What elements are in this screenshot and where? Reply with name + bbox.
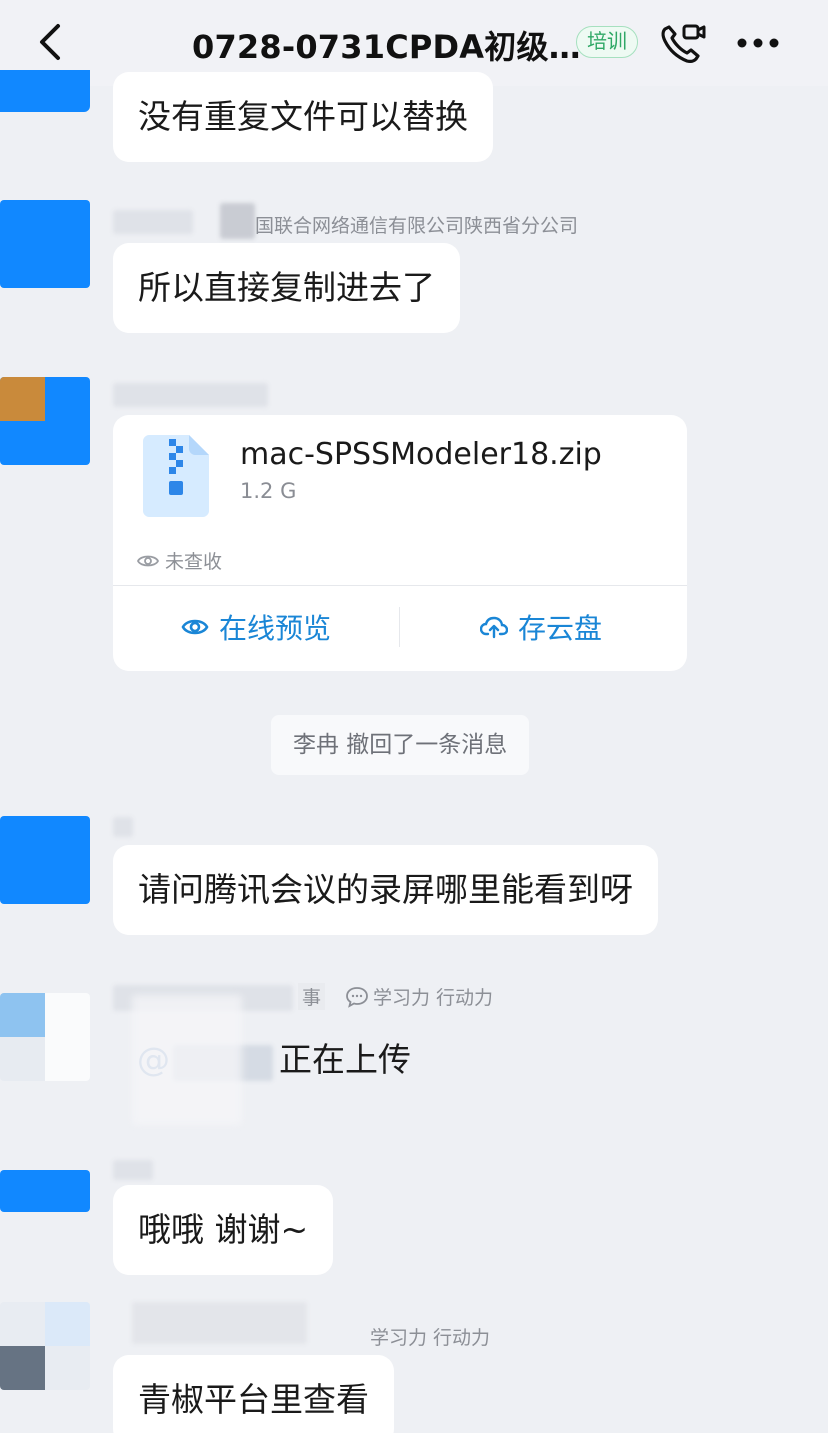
recall-notice: 李冉 撤回了一条消息 — [271, 715, 530, 775]
sender-name-redacted — [220, 203, 255, 239]
avatar[interactable] — [0, 1170, 90, 1212]
message-text: 正在上传 — [279, 1040, 411, 1079]
group-tag: 培训 — [576, 26, 638, 58]
badge-text: 学习力 行动力 — [373, 987, 494, 1009]
divider — [113, 585, 687, 586]
sender-name-redacted — [113, 817, 133, 837]
file-status-label: 未查收 — [165, 551, 223, 573]
message-bubble[interactable]: 所以直接复制进去了 — [113, 243, 460, 333]
avatar[interactable] — [0, 1302, 90, 1390]
message-bubble[interactable]: 青椒平台里查看 — [113, 1355, 394, 1433]
speech-bubble-icon — [346, 986, 368, 1008]
file-size: 1.2 G — [240, 479, 297, 503]
zip-file-icon — [143, 435, 209, 517]
sender-badges: 学习力 行动力 — [345, 983, 493, 1010]
save-to-cloud-button[interactable]: 存云盘 — [480, 605, 602, 649]
ellipsis-icon[interactable] — [733, 28, 783, 58]
file-name: mac-SPSSModeler18.zip — [240, 437, 602, 472]
message-bubble[interactable]: 请问腾讯会议的录屏哪里能看到呀 — [113, 845, 658, 935]
cloud-upload-icon — [480, 616, 508, 639]
message-bubble[interactable]: 没有重复文件可以替换 — [113, 72, 493, 162]
phone-video-icon[interactable] — [657, 19, 707, 67]
sender-org: 国联合网络通信有限公司陕西省分公司 — [255, 215, 579, 237]
sender-badges: 学习力 行动力 — [370, 1327, 491, 1349]
message-bubble[interactable]: 哦哦 谢谢~ — [113, 1185, 334, 1275]
avatar[interactable] — [0, 816, 90, 904]
avatar[interactable] — [0, 70, 90, 112]
file-status: 未查收 — [137, 547, 222, 574]
save-to-cloud-label: 存云盘 — [518, 612, 603, 645]
redaction-overlay — [132, 995, 242, 1125]
preview-online-label: 在线预览 — [219, 612, 332, 645]
chat-title: 0728-0731CPDA初级… — [192, 28, 581, 66]
avatar[interactable] — [0, 377, 90, 465]
sender-name-redacted — [113, 383, 268, 407]
sender-name-redacted — [113, 210, 193, 234]
eye-icon — [137, 555, 159, 566]
sender-name-suffix: 事 — [298, 983, 326, 1010]
avatar[interactable] — [0, 200, 90, 288]
eye-icon — [181, 619, 209, 635]
chevron-left-icon[interactable] — [30, 20, 74, 64]
divider — [399, 607, 400, 647]
preview-online-button[interactable]: 在线预览 — [181, 605, 331, 649]
sender-name-redacted — [132, 1302, 307, 1344]
sender-name-redacted — [113, 1160, 153, 1180]
avatar[interactable] — [0, 993, 90, 1081]
file-card[interactable]: mac-SPSSModeler18.zip 1.2 G 未查收 在线预览 存云盘 — [113, 415, 687, 671]
